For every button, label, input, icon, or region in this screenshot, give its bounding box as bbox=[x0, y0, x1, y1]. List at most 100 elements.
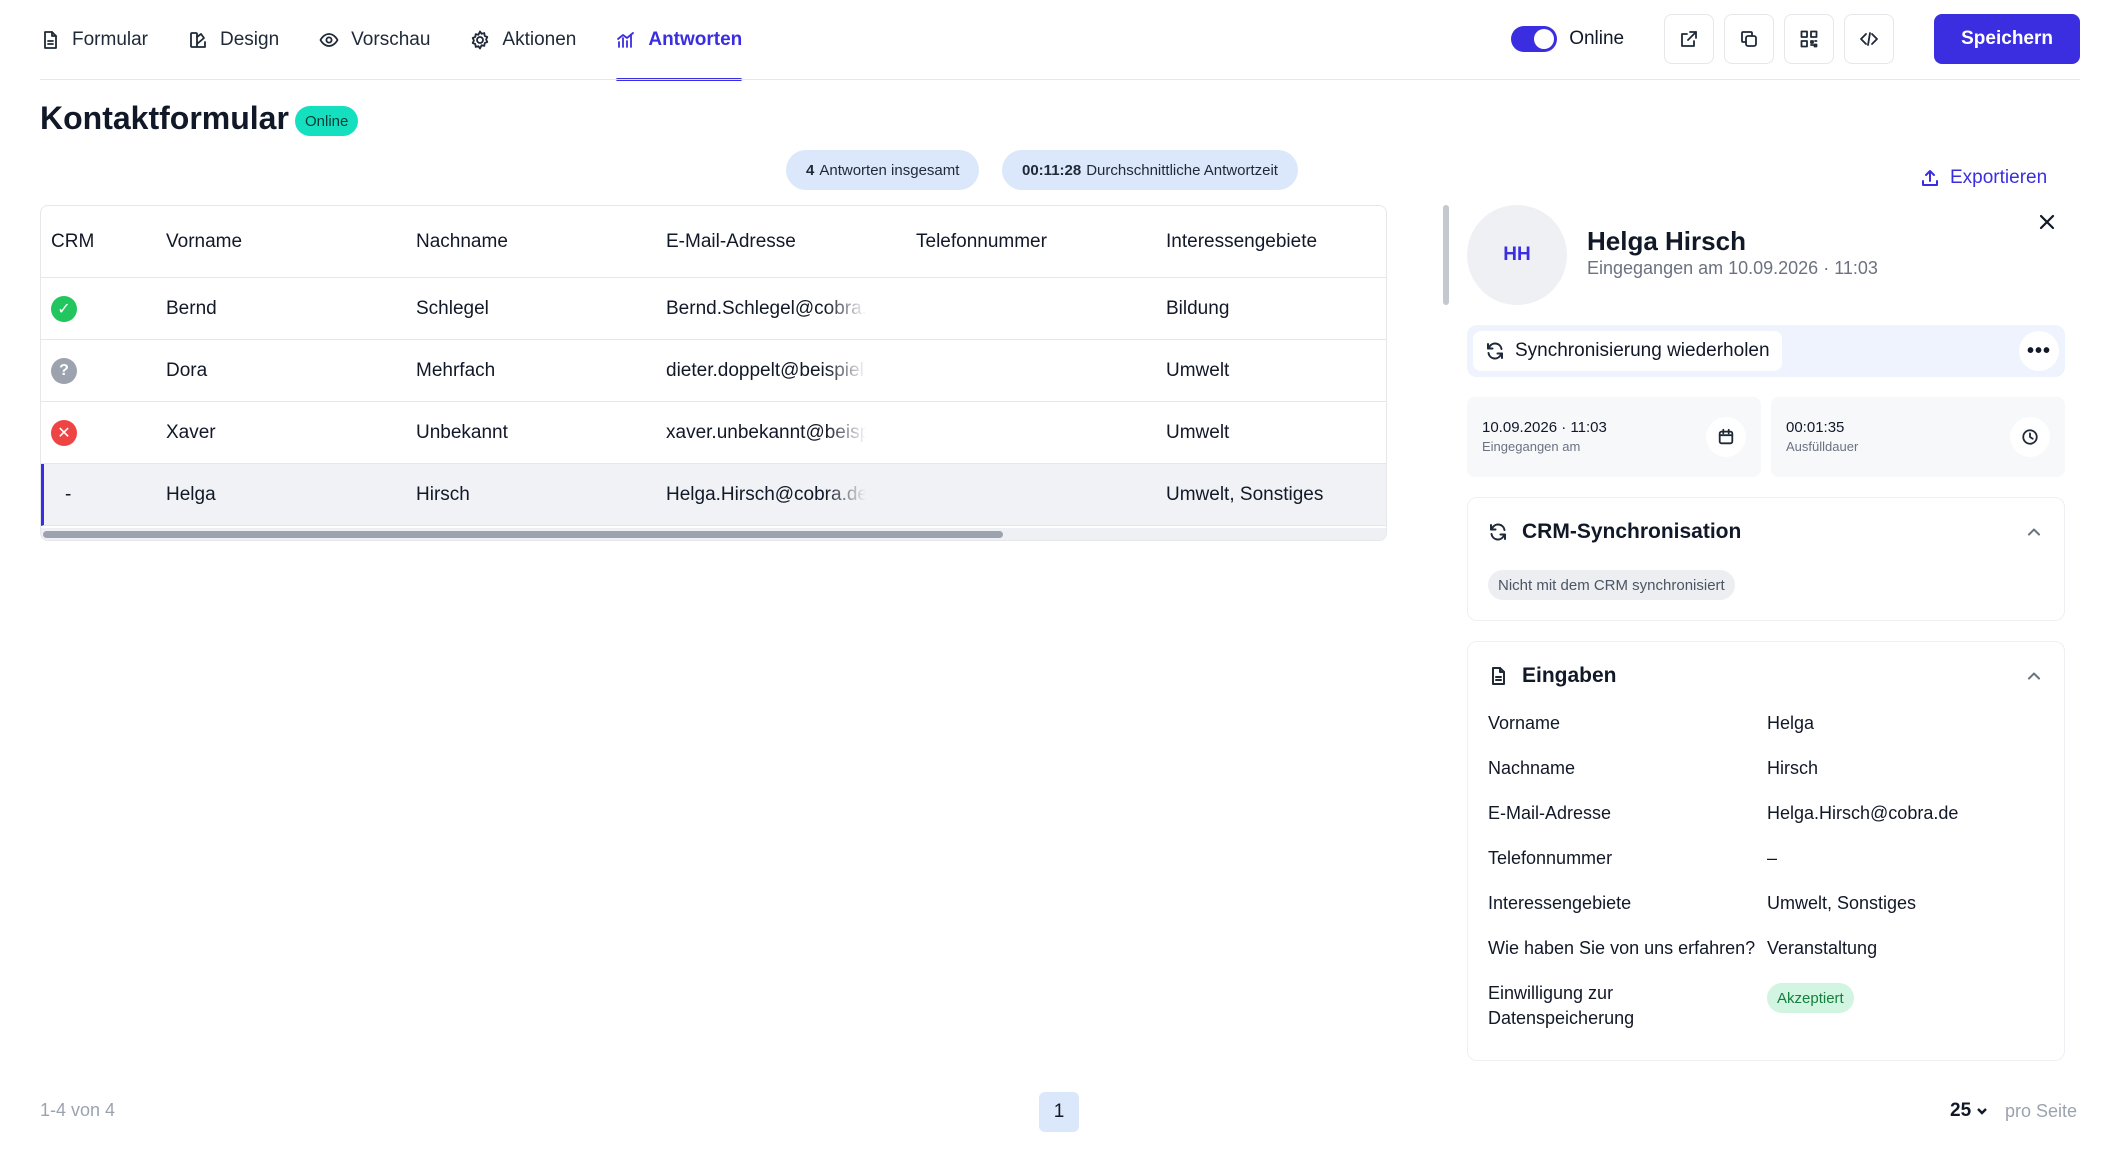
status-badge: Online bbox=[295, 106, 359, 136]
calendar-button[interactable] bbox=[1706, 417, 1746, 457]
tab-label: Aktionen bbox=[502, 29, 577, 50]
code-icon bbox=[1860, 32, 1879, 46]
column-header-interessen[interactable]: Interessengebiete bbox=[1166, 206, 1386, 277]
column-header-telefon[interactable]: Telefonnummer bbox=[916, 206, 1146, 277]
crm-sync-title-text: CRM-Synchronisation bbox=[1522, 520, 1742, 543]
document-icon bbox=[44, 31, 57, 49]
collapse-inputs-button[interactable] bbox=[2024, 666, 2044, 686]
telefon-cell bbox=[916, 278, 1146, 339]
export-button[interactable]: Exportieren bbox=[1920, 167, 2047, 189]
tab-label: Vorschau bbox=[351, 29, 431, 50]
telefon-cell bbox=[916, 464, 1146, 525]
nachname-cell: Unbekannt bbox=[416, 421, 508, 443]
tab-aktionen[interactable]: Aktionen bbox=[470, 0, 576, 80]
clock-icon bbox=[2022, 429, 2038, 445]
more-icon: ••• bbox=[2026, 339, 2051, 362]
field-label: Wie haben Sie von uns erfahren? bbox=[1488, 938, 1756, 958]
crm-sync-card: CRM-Synchronisation Nicht mit dem CRM sy… bbox=[1467, 497, 2065, 621]
tab-label: Design bbox=[220, 29, 280, 50]
crm-sync-title: CRM-Synchronisation bbox=[1488, 520, 1741, 544]
x-circle-icon: ✕ bbox=[51, 419, 77, 446]
average-time-value: 00:11:28 bbox=[1022, 161, 1082, 179]
field-label: Einwilligung zur Datenspeicherung bbox=[1488, 983, 1635, 1028]
field-value: Helga.Hirsch@cobra.de bbox=[1767, 803, 1959, 823]
copy-icon bbox=[1741, 31, 1758, 47]
vorname-cell: Helga bbox=[166, 483, 216, 505]
per-page-select[interactable]: 25 bbox=[1950, 1100, 1997, 1122]
column-header-nachname[interactable]: Nachname bbox=[416, 206, 646, 277]
online-toggle[interactable] bbox=[1511, 26, 1558, 52]
nachname-cell: Mehrfach bbox=[416, 359, 496, 381]
vorname-cell: Xaver bbox=[166, 421, 216, 443]
retry-sync-button[interactable]: Synchronisierung wiederholen bbox=[1473, 331, 1782, 371]
crm-status-cell: ? bbox=[51, 340, 151, 401]
total-responses-chip: 4 Antworten insgesamt bbox=[786, 150, 980, 190]
tab-vorschau[interactable]: Vorschau bbox=[319, 0, 430, 80]
embed-code-button[interactable] bbox=[1844, 14, 1895, 64]
respondent-received: Eingegangen am 10.09.2026 · 11:03 bbox=[1587, 258, 1878, 278]
gear-icon bbox=[472, 30, 489, 50]
open-external-button[interactable] bbox=[1664, 14, 1715, 64]
tab-design[interactable]: Design bbox=[188, 0, 279, 80]
duration-label: Ausfülldauer bbox=[1786, 439, 1859, 454]
scrollbar-thumb[interactable] bbox=[43, 531, 1003, 538]
refresh-icon bbox=[1490, 523, 1506, 541]
panel-scrollbar[interactable] bbox=[1443, 205, 1449, 305]
refresh-icon bbox=[1487, 342, 1503, 360]
more-options-button[interactable]: ••• bbox=[2019, 331, 2059, 371]
table-row[interactable]: ✓ Bernd Schlegel Bernd.Schlegel@cobra.de… bbox=[41, 278, 1386, 340]
inputs-title-text: Eingaben bbox=[1522, 664, 1617, 687]
save-button[interactable]: Speichern bbox=[1934, 14, 2080, 64]
email-cell: xaver.unbekannt@beispiel.de bbox=[666, 421, 866, 443]
consent-status-badge: Akzeptiert bbox=[1767, 983, 1854, 1013]
page-button-1[interactable]: 1 bbox=[1039, 1092, 1079, 1132]
tab-bar: Formular Design Vorschau Aktionen Antwor… bbox=[40, 0, 782, 81]
column-header-crm[interactable]: CRM bbox=[51, 206, 151, 277]
column-header-email[interactable]: E-Mail-Adresse bbox=[666, 206, 866, 277]
table-row[interactable]: ? Dora Mehrfach dieter.doppelt@beispiel.… bbox=[41, 340, 1386, 402]
column-header-vorname[interactable]: Vorname bbox=[166, 206, 396, 277]
chevron-up-icon bbox=[2028, 528, 2040, 536]
nachname-cell: Schlegel bbox=[416, 297, 489, 319]
field-value: Veranstaltung bbox=[1767, 938, 1878, 958]
email-cell: Bernd.Schlegel@cobra.de bbox=[666, 297, 866, 319]
question-circle-icon: ? bbox=[51, 357, 77, 384]
average-time-chip: 00:11:28 Durchschnittliche Antwortzeit bbox=[1002, 150, 1298, 190]
interessen-cell: Bildung bbox=[1166, 297, 1230, 319]
crm-status-cell: - bbox=[65, 483, 72, 505]
document-icon bbox=[1492, 667, 1505, 685]
received-info-box: 10.09.2026 · 11:03 Eingegangen am bbox=[1467, 397, 1761, 477]
duration-info-box: 00:01:35 Ausfülldauer bbox=[1771, 397, 2065, 477]
page-title: Kontaktformular bbox=[40, 100, 289, 136]
per-page-label: pro Seite bbox=[2005, 1101, 2078, 1121]
inputs-title: Eingaben bbox=[1488, 664, 1617, 688]
duplicate-button[interactable] bbox=[1724, 14, 1775, 64]
field-label: Nachname bbox=[1488, 758, 1576, 778]
palette-icon bbox=[190, 32, 206, 48]
average-time-label: Durchschnittliche Antwortzeit bbox=[1086, 161, 1278, 179]
online-toggle-label: Online bbox=[1569, 28, 1625, 49]
retry-sync-label: Synchronisierung wiederholen bbox=[1515, 340, 1770, 361]
qr-code-button[interactable] bbox=[1784, 14, 1835, 64]
tab-formular[interactable]: Formular bbox=[40, 0, 148, 80]
interessen-cell: Umwelt bbox=[1166, 359, 1230, 381]
chevron-up-icon bbox=[2028, 672, 2040, 680]
calendar-icon bbox=[1718, 428, 1734, 445]
eye-icon bbox=[319, 33, 339, 47]
tab-antworten[interactable]: Antworten bbox=[616, 0, 742, 81]
divider bbox=[40, 79, 2080, 80]
horizontal-scrollbar[interactable] bbox=[41, 528, 1386, 540]
external-link-icon bbox=[1681, 31, 1698, 47]
responses-table: CRM Vorname Nachname E-Mail-Adresse Tele… bbox=[40, 205, 1387, 541]
collapse-crm-button[interactable] bbox=[2024, 522, 2044, 542]
clock-button[interactable] bbox=[2010, 417, 2050, 457]
toggle-knob bbox=[1534, 29, 1555, 49]
qr-code-icon bbox=[1800, 30, 1818, 48]
nachname-cell: Hirsch bbox=[416, 483, 470, 505]
close-panel-button[interactable] bbox=[2035, 210, 2059, 234]
table-row[interactable]: ✕ Xaver Unbekannt xaver.unbekannt@beispi… bbox=[41, 402, 1386, 464]
vorname-cell: Dora bbox=[166, 359, 208, 381]
table-row-selected[interactable]: - Helga Hirsch Helga.Hirsch@cobra.de Umw… bbox=[41, 464, 1386, 526]
toolbar: Online Speichern bbox=[1511, 14, 2080, 64]
field-value: – bbox=[1767, 848, 1778, 868]
